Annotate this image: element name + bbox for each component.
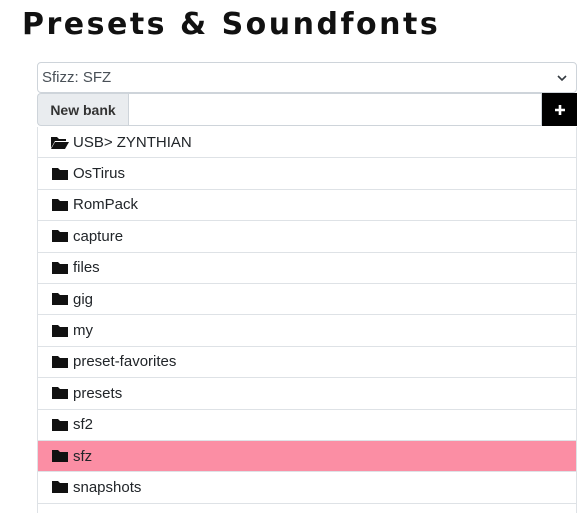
folder-label: OsTirus <box>73 165 125 183</box>
chevron-down-icon <box>557 74 567 81</box>
folder-item[interactable]: files <box>38 252 576 284</box>
folder-icon <box>52 355 68 368</box>
folder-item[interactable]: snapshots <box>38 472 576 504</box>
folder-icon <box>52 293 68 306</box>
new-bank-row: New bank <box>37 93 577 126</box>
new-bank-label: New bank <box>37 93 128 126</box>
folder-label: sf2 <box>73 416 94 434</box>
plus-icon <box>554 104 565 115</box>
folder-item[interactable]: sfz <box>38 440 576 473</box>
folder-label: files <box>73 259 100 277</box>
folder-icon <box>52 324 68 337</box>
folder-label: presets <box>73 384 123 402</box>
folder-item[interactable]: RomPack <box>38 189 576 222</box>
folder-icon <box>52 261 68 274</box>
new-bank-input[interactable] <box>128 93 542 126</box>
engine-select[interactable]: Sfizz: SFZ <box>37 62 577 93</box>
folder-label: capture <box>73 227 124 245</box>
folder-icon <box>52 450 68 463</box>
folder-icon <box>52 167 68 180</box>
folder-icon <box>52 418 68 431</box>
engine-select-value: Sfizz: SFZ <box>42 69 112 86</box>
page-title: Presets & Soundfonts <box>22 7 441 42</box>
folder-item[interactable]: my <box>38 315 576 347</box>
folder-item[interactable]: sf2 <box>38 409 576 441</box>
folder-icon <box>52 198 68 211</box>
folder-item[interactable]: capture <box>38 221 576 253</box>
add-bank-button[interactable] <box>542 93 577 126</box>
current-path-row[interactable]: USB> ZYNTHIAN <box>38 127 576 159</box>
folder-item[interactable]: OsTirus <box>38 158 576 190</box>
folder-list: USB> ZYNTHIAN OsTirus RomPack capture files… <box>37 127 577 513</box>
folder-label: RomPack <box>73 196 139 214</box>
folder-open-icon <box>51 137 69 150</box>
folder-label: gig <box>73 290 94 308</box>
folder-icon <box>52 481 68 494</box>
folder-label: sfz <box>73 447 93 465</box>
folder-item[interactable]: presets <box>38 378 576 410</box>
current-path-label: USB> ZYNTHIAN <box>73 133 192 151</box>
folder-icon <box>52 387 68 400</box>
folder-label: my <box>73 322 93 340</box>
folder-item[interactable]: preset-favorites <box>38 346 576 379</box>
folder-label: preset-favorites <box>73 353 177 371</box>
folder-icon <box>52 230 68 243</box>
folder-item[interactable]: gig <box>38 283 576 316</box>
folder-label: snapshots <box>73 478 142 496</box>
